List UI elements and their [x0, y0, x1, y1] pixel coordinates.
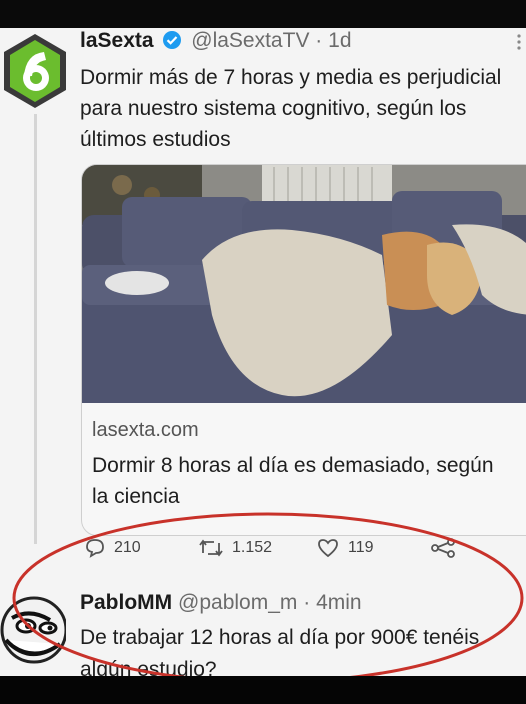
verified-badge-icon [163, 31, 182, 49]
reply-button[interactable]: 210 [84, 533, 141, 563]
pablomm-avatar-trollface[interactable] [0, 590, 66, 676]
tweet-screen: laSexta @laSextaTV · 1d Dormir más de 7 … [0, 28, 526, 676]
thread-line [34, 114, 37, 544]
reply-time[interactable]: 4min [316, 591, 362, 614]
retweet-button[interactable]: 1.152 [198, 533, 272, 563]
separator-dot: · [303, 591, 311, 614]
tweet-actions: 210 1.152 119 [80, 533, 480, 563]
reply-header: PabloMM @pablom_m · 4min [80, 590, 362, 616]
retweet-count: 1.152 [232, 539, 273, 556]
like-icon [318, 539, 338, 558]
more-options-icon[interactable] [514, 32, 524, 52]
like-count: 119 [348, 539, 374, 556]
like-button[interactable]: 119 [316, 533, 374, 563]
reply-author-handle[interactable]: @pablom_m [178, 591, 297, 614]
top-black-bar [0, 0, 526, 28]
share-icon [431, 538, 455, 558]
reply-text: De trabajar 12 horas al día por 900€ ten… [80, 626, 480, 676]
retweet-icon [199, 539, 223, 557]
card-domain: lasexta.com [92, 419, 199, 441]
share-button[interactable] [430, 533, 456, 563]
tweet-time[interactable]: 1d [328, 29, 351, 52]
bottom-black-bar [0, 676, 526, 704]
tweet-header: laSexta @laSextaTV · 1d [80, 28, 352, 54]
separator-dot: · [315, 29, 323, 52]
card-image-person-sleeping-on-sofa [82, 165, 526, 403]
reply-count: 210 [114, 539, 141, 556]
reply-icon [86, 539, 104, 558]
author-name[interactable]: laSexta [80, 29, 154, 52]
tweet-text: Dormir más de 7 horas y media es perjudi… [80, 66, 502, 151]
card-title: Dormir 8 horas al día es demasiado, segú… [92, 454, 494, 508]
lasexta-avatar[interactable] [2, 32, 68, 110]
author-handle[interactable]: @laSextaTV [191, 29, 309, 52]
link-card[interactable]: lasexta.com Dormir 8 horas al día es dem… [81, 164, 526, 536]
reply-author-name[interactable]: PabloMM [80, 591, 172, 614]
